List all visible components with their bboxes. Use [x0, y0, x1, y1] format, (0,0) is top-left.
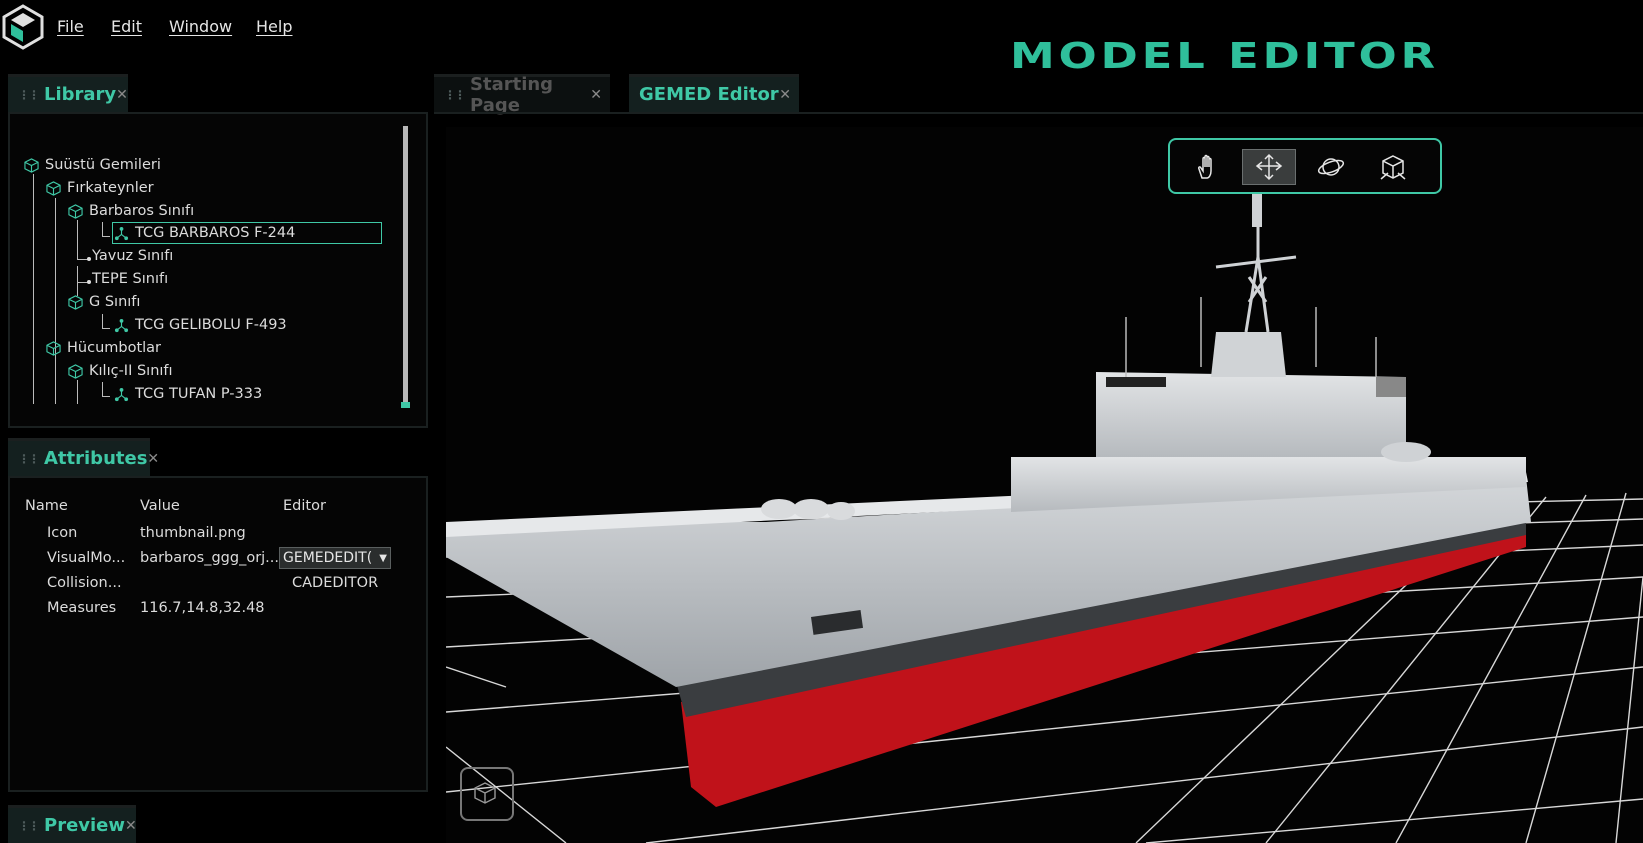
pan-hand-icon	[1198, 154, 1212, 179]
pan-tool-button[interactable]	[1180, 149, 1234, 185]
model-node-icon	[114, 226, 129, 240]
attr-value[interactable]: 116.7,14.8,32.48	[140, 600, 265, 616]
tree-item[interactable]: Barbaros Sınıfı	[68, 200, 194, 222]
attributes-table: Name Value Editor Icon thumbnail.png Vis…	[8, 476, 428, 792]
menu-window[interactable]: Window	[169, 17, 232, 36]
axis-gizmo[interactable]	[460, 767, 514, 821]
drag-grip-icon[interactable]: ⋮⋮	[18, 88, 40, 102]
app-logo-icon	[2, 4, 44, 50]
tree-item[interactable]: TEPE Sınıfı	[92, 268, 168, 290]
close-icon[interactable]: ✕	[125, 818, 137, 834]
menu-help[interactable]: Help	[256, 17, 292, 36]
tab-attributes[interactable]: ⋮⋮ Attributes ✕	[8, 438, 159, 476]
attr-name: Icon	[47, 525, 78, 541]
tree-item[interactable]: Fırkateynler	[46, 177, 154, 199]
tab-gemed-editor[interactable]: GEMED Editor ✕	[629, 74, 799, 112]
editor-select-value: GEMEDEDIT(	[283, 550, 373, 566]
move-tool-button[interactable]	[1242, 149, 1296, 185]
tab-strip-divider	[434, 112, 1643, 114]
tree-item[interactable]: G Sınıfı	[68, 291, 140, 313]
attr-name: VisualMo...	[47, 550, 126, 566]
editor-select[interactable]: GEMEDEDIT( ▼	[279, 547, 391, 569]
box-view-tool-button[interactable]	[1366, 149, 1420, 185]
chevron-down-icon: ▼	[379, 552, 387, 564]
cube-icon	[68, 203, 83, 219]
tree-item-label: Kılıç-II Sınıfı	[89, 363, 173, 379]
library-tree[interactable]: Suüstü Gemileri Fırkateynler Barbaros Sı…	[8, 112, 428, 428]
drag-grip-icon[interactable]: ⋮⋮	[18, 819, 40, 833]
close-icon[interactable]: ✕	[116, 87, 128, 103]
menu-edit[interactable]: Edit	[111, 17, 142, 36]
close-icon[interactable]: ✕	[779, 87, 791, 103]
menu-file[interactable]: File	[57, 17, 84, 36]
tree-item-label: Fırkateynler	[67, 180, 154, 196]
box-view-icon	[1380, 155, 1406, 180]
cube-icon	[68, 363, 83, 379]
column-header-editor[interactable]: Editor	[283, 498, 326, 514]
tree-item-label: Suüstü Gemileri	[45, 157, 161, 173]
attr-editor[interactable]: CADEDITOR	[292, 575, 378, 591]
column-header-name[interactable]: Name	[25, 498, 68, 514]
tab-starting-page-label: Starting Page	[470, 73, 554, 116]
attr-name: Collision...	[47, 575, 122, 591]
cube-icon	[68, 294, 83, 310]
column-header-value[interactable]: Value	[140, 498, 180, 514]
ship-scene	[446, 187, 1643, 843]
drag-grip-icon[interactable]: ⋮⋮	[18, 452, 40, 466]
tree-item[interactable]: Yavuz Sınıfı	[92, 245, 173, 267]
move-aircraft-icon	[1255, 153, 1283, 181]
tree-item-label: Hücumbotlar	[67, 340, 162, 356]
attr-name: Measures	[47, 600, 117, 616]
close-icon[interactable]: ✕	[590, 87, 602, 103]
axis-cube-icon	[474, 782, 496, 804]
tree-item[interactable]: TCG TUFAN P-333	[114, 383, 262, 405]
tree-item-label: G Sınıfı	[89, 294, 141, 310]
tree-item-label: TEPE Sınıfı	[92, 271, 169, 287]
tab-preview[interactable]: ⋮⋮ Preview ✕	[8, 805, 137, 843]
orbit-icon	[1317, 158, 1345, 176]
tree-item-label: TCG GELIBOLU F-493	[135, 317, 287, 333]
cube-icon	[46, 180, 61, 196]
tab-library-label: Library	[44, 84, 117, 105]
tab-starting-page[interactable]: ⋮⋮ Starting Page ✕	[434, 74, 610, 116]
drag-grip-icon[interactable]: ⋮⋮	[444, 88, 466, 102]
cube-icon	[46, 340, 61, 356]
tree-item[interactable]: Hücumbotlar	[46, 337, 161, 359]
model-node-icon	[114, 387, 129, 401]
tree-item-label: Barbaros Sınıfı	[89, 203, 195, 219]
cube-icon	[24, 157, 39, 173]
app-title: MODEL EDITOR	[1010, 36, 1439, 77]
tree-item[interactable]: TCG GELIBOLU F-493	[114, 314, 287, 336]
tab-library[interactable]: ⋮⋮ Library ✕	[8, 74, 128, 112]
tree-item-label: TCG BARBAROS F-244	[135, 225, 296, 241]
tab-preview-label: Preview	[44, 815, 126, 836]
tree-item-selected[interactable]: TCG BARBAROS F-244	[114, 222, 295, 244]
scrollbar[interactable]	[403, 126, 408, 406]
orbit-tool-button[interactable]	[1304, 149, 1358, 185]
tree-item[interactable]: Suüstü Gemileri	[24, 154, 161, 176]
tab-gemed-editor-label: GEMED Editor	[639, 84, 779, 105]
tree-item-label: TCG TUFAN P-333	[135, 386, 263, 402]
model-node-icon	[114, 318, 129, 332]
tree-item-label: Yavuz Sınıfı	[92, 248, 174, 264]
tree-item[interactable]: Kılıç-II Sınıfı	[68, 360, 173, 382]
attr-value[interactable]: barbaros_ggg_orj...	[140, 550, 279, 566]
attr-value[interactable]: thumbnail.png	[140, 525, 246, 541]
close-icon[interactable]: ✕	[147, 451, 159, 467]
tab-attributes-label: Attributes	[44, 448, 148, 469]
scrollbar-thumb[interactable]	[401, 402, 410, 408]
3d-viewport[interactable]	[446, 127, 1643, 843]
viewport-toolbar	[1168, 138, 1442, 194]
